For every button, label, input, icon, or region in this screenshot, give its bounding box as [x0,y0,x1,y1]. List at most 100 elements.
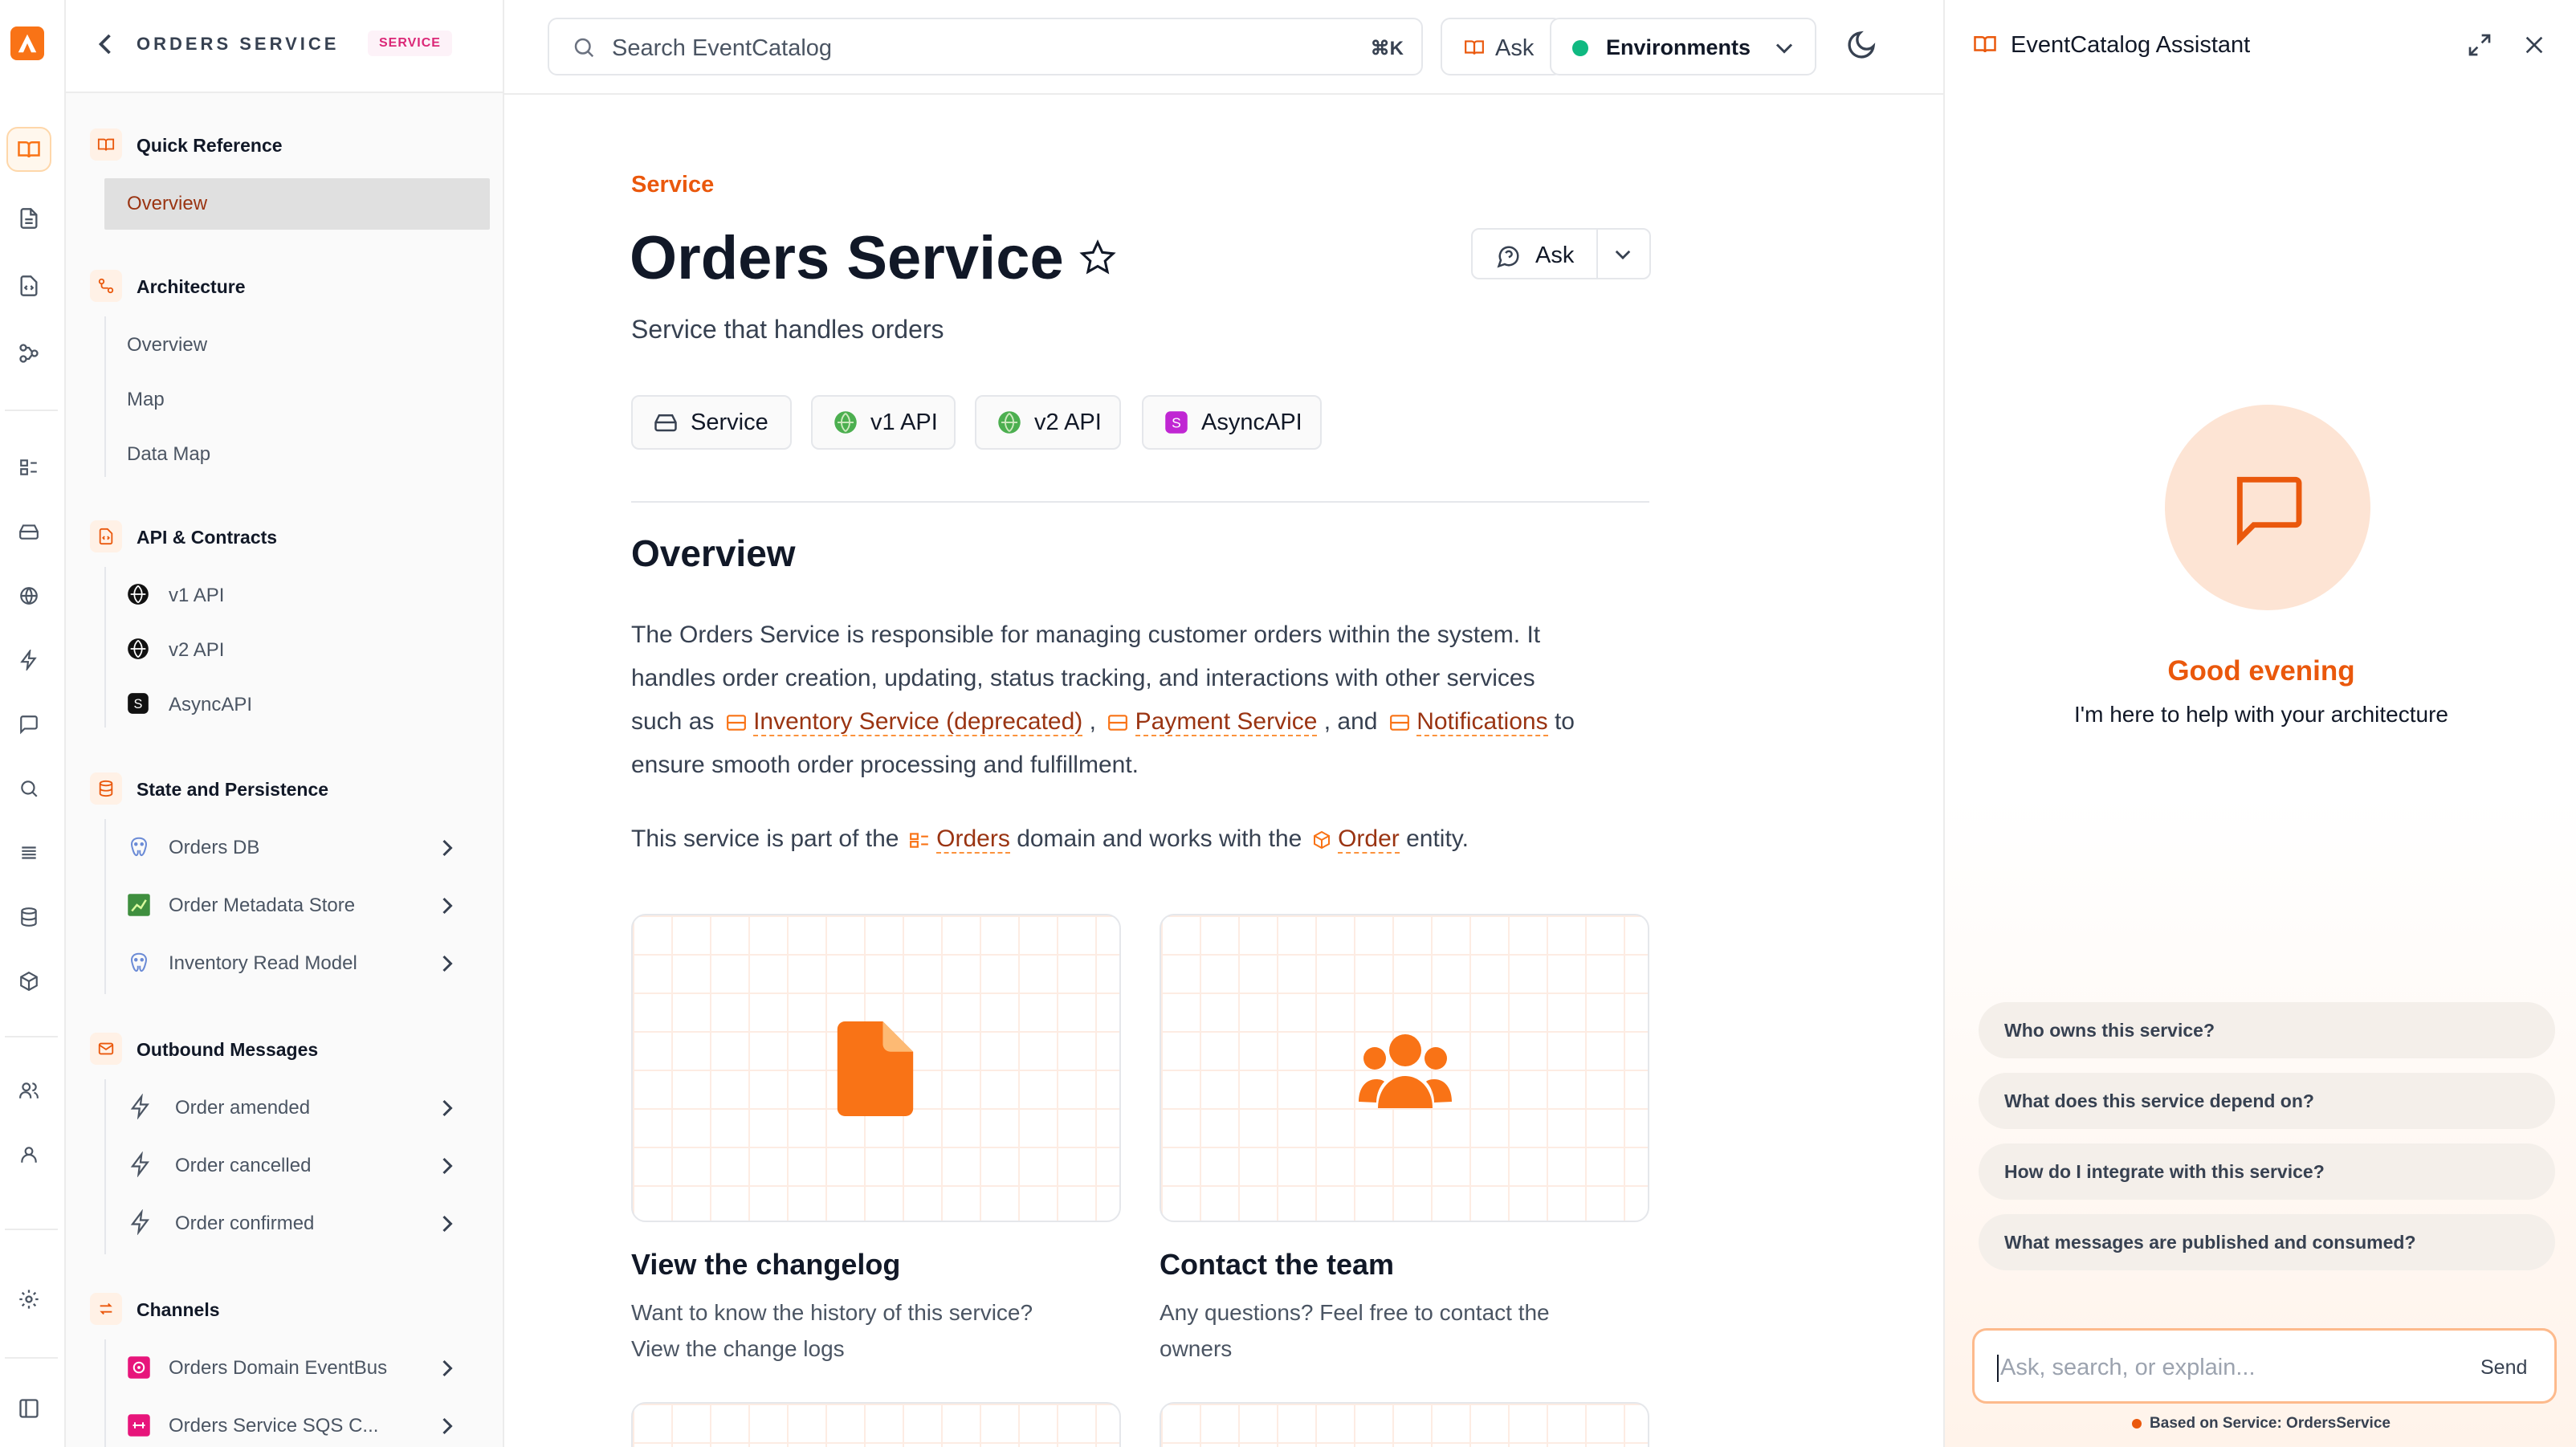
ask-split-button[interactable]: Ask [1471,228,1651,279]
sidebar-item-asyncapi[interactable]: AsyncAPI [169,694,252,716]
lightning-icon[interactable] [6,638,51,683]
badge-service[interactable]: Service [631,395,792,450]
changelog-card-title[interactable]: View the changelog [631,1248,900,1282]
link-payment-service[interactable]: Payment Service [1135,708,1318,736]
link-inventory-service[interactable]: Inventory Service (deprecated) [753,708,1083,736]
sidebar-item-map[interactable]: Map [127,389,165,411]
svg-text:S: S [134,697,143,711]
sidebar-item-architecture-overview[interactable]: Overview [127,334,207,357]
contact-team-card[interactable] [1160,914,1649,1222]
chevron-right-icon[interactable] [440,954,454,973]
close-icon[interactable] [2521,32,2547,58]
badge-v2-api[interactable]: v2 API [975,395,1121,450]
badge-v1-api[interactable]: v1 API [811,395,956,450]
user-icon[interactable] [6,1132,51,1177]
asyncapi-icon: S [127,692,149,715]
file-text-icon[interactable] [6,196,51,241]
chevron-right-icon[interactable] [440,1214,454,1233]
globe-icon [834,410,858,434]
domains-icon[interactable] [6,445,51,490]
icon-rail [0,0,66,1447]
contact-card-desc: Any questions? Feel free to contact the … [1160,1294,1657,1367]
sidebar-item-inventory-read-model[interactable]: Inventory Read Model [169,952,357,975]
sidebar-item-orders-service-sqs[interactable]: Orders Service SQS C... [169,1415,378,1437]
star-favorite-icon[interactable] [1079,239,1116,276]
chevron-right-icon[interactable] [440,896,454,915]
entity-box-icon[interactable] [6,959,51,1004]
service-icon [1389,714,1410,732]
teams-icon[interactable] [6,1068,51,1113]
docs-book-icon[interactable] [6,127,51,172]
suggestion-chip[interactable]: Who owns this service? [1979,1002,2555,1058]
content-divider [631,501,1649,503]
environments-label: Environments [1606,35,1751,59]
para-line: The Orders Service is responsible for ma… [631,622,1541,648]
suggestion-chip[interactable]: How do I integrate with this service? [1979,1143,2555,1200]
section-title-architecture: Architecture [137,276,246,297]
file-code-icon[interactable] [6,263,51,308]
changelog-card[interactable] [631,914,1121,1222]
message-icon[interactable] [6,702,51,747]
assistant-input[interactable]: Ask, search, or explain... Send [1972,1328,2557,1404]
eventcatalog-logo[interactable] [10,26,44,60]
chat-bubble-icon [2236,476,2302,546]
chevron-right-icon[interactable] [440,838,454,858]
sidebar-item-overview-active[interactable]: Overview [104,178,490,230]
postgres-icon [127,835,151,859]
search-box[interactable]: Search EventCatalog ⌘K [548,18,1423,75]
badge-asyncapi[interactable]: S AsyncAPI [1142,395,1322,450]
workflow-icon[interactable] [6,331,51,376]
sidebar-toggle-icon[interactable] [6,1386,51,1431]
sidebar-item-data-map[interactable]: Data Map [127,443,210,466]
next-card[interactable] [631,1402,1121,1447]
database-icon[interactable] [6,895,51,940]
back-chevron-icon[interactable] [96,32,114,56]
globe-icon[interactable] [6,573,51,618]
overview-paragraph: The Orders Service is responsible for ma… [631,613,1675,787]
nav-guide-line [104,1079,106,1254]
rail-divider [5,1357,58,1359]
ask-top-button[interactable]: Ask [1441,18,1563,75]
sidebar-item-orders-db[interactable]: Orders DB [169,837,259,859]
rail-divider [5,1229,58,1230]
next-card[interactable] [1160,1402,1649,1447]
environments-dropdown[interactable]: Environments [1550,18,1816,75]
card-desc-line: Any questions? Feel free to contact the [1160,1300,1550,1325]
overview-heading: Overview [631,532,796,574]
expand-icon[interactable] [2467,32,2492,58]
sidebar-title: ORDERS SERVICE [137,34,340,54]
chevron-right-icon[interactable] [440,1416,454,1436]
suggestion-chip[interactable]: What messages are published and consumed… [1979,1214,2555,1270]
suggestion-chip[interactable]: What does this service depend on? [1979,1073,2555,1129]
chevron-down-icon [1775,40,1794,56]
mail-icon [90,1033,122,1065]
sidebar-item-v1-api[interactable]: v1 API [169,585,224,607]
sidebar-item-orders-domain-eventbus[interactable]: Orders Domain EventBus [169,1357,387,1380]
channels-list-icon[interactable] [6,830,51,875]
search-query-icon[interactable] [6,766,51,811]
chevron-right-icon[interactable] [440,1359,454,1378]
asyncapi-icon: S [1164,410,1188,434]
chevron-right-icon[interactable] [440,1156,454,1176]
sidebar: ORDERS SERVICE SERVICE Quick Reference O… [66,0,504,1447]
page-title: Orders Service [630,224,1064,292]
link-notifications[interactable]: Notifications [1416,708,1548,736]
card-desc-line: owners [1160,1336,1233,1361]
service-icon [1107,714,1128,732]
chevron-down-icon[interactable] [1614,247,1632,262]
chevron-right-icon[interactable] [440,1098,454,1118]
sidebar-item-v2-api[interactable]: v2 API [169,639,224,662]
link-order-entity[interactable]: Order [1338,825,1400,854]
sidebar-item-order-amended[interactable]: Order amended [175,1097,310,1119]
openapi-icon [127,583,149,605]
sidebar-item-order-confirmed[interactable]: Order confirmed [175,1213,314,1235]
link-orders-domain[interactable]: Orders [936,825,1010,854]
nav-guide-line [104,567,106,728]
moon-theme-icon[interactable] [1845,29,1877,61]
contact-card-title[interactable]: Contact the team [1160,1248,1394,1282]
settings-gear-icon[interactable] [6,1277,51,1322]
sidebar-item-order-metadata-store[interactable]: Order Metadata Store [169,895,355,917]
sidebar-item-order-cancelled[interactable]: Order cancelled [175,1155,311,1177]
send-button[interactable]: Send [2480,1356,2527,1380]
services-icon[interactable] [6,509,51,554]
